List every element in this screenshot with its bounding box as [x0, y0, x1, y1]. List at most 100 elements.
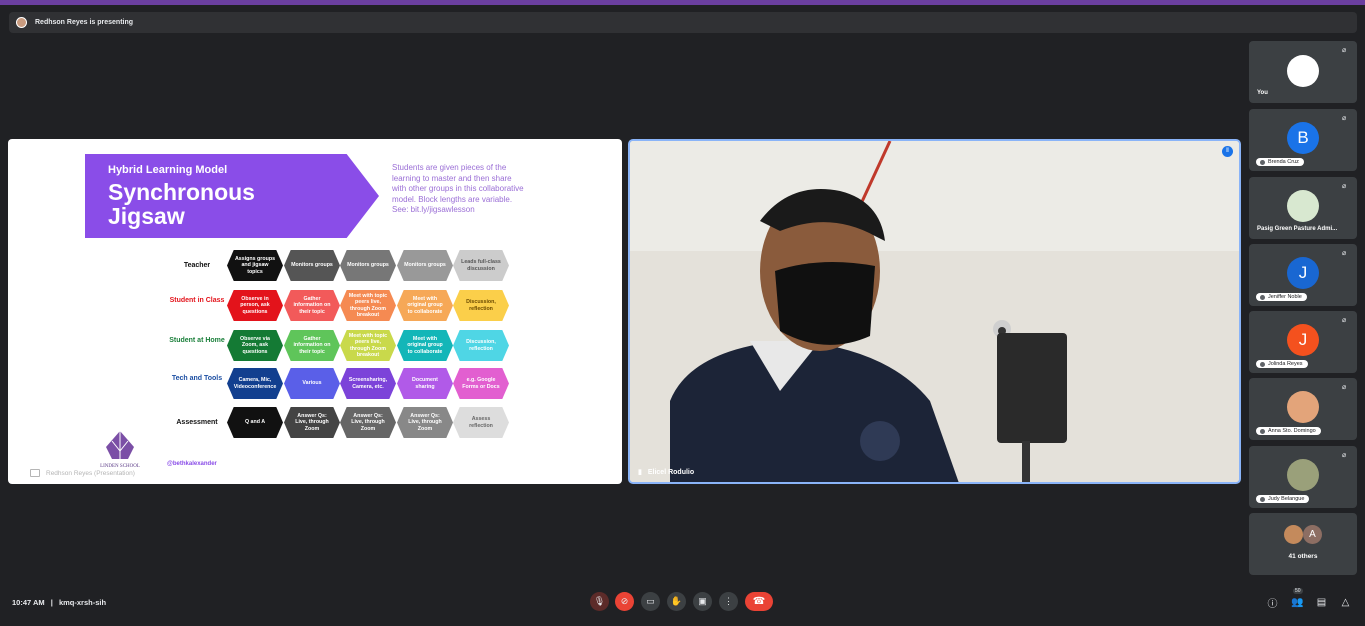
participant-name: Anna Sto. Domingo	[1256, 427, 1321, 435]
slide-subtitle: Hybrid Learning Model	[108, 164, 228, 176]
present-screen-icon: ▣	[698, 596, 707, 606]
mic-off-button[interactable]: 🎙	[590, 592, 609, 611]
leave-call-button[interactable]: ☎	[745, 592, 773, 611]
captions-button[interactable]: ▭	[641, 592, 660, 611]
activities-button[interactable]: △	[1339, 596, 1352, 609]
row-label: Student in Class	[169, 297, 225, 304]
slide-title-banner: Hybrid Learning Model Synchronous Jigsaw	[85, 154, 379, 238]
mic-muted-icon: ⌀	[1342, 384, 1347, 391]
jigsaw-cell: Discussion, reflection	[453, 330, 509, 361]
main-video-label: ▮ Elicel Rodulio	[638, 468, 695, 477]
jigsaw-cell: Q and A	[227, 407, 283, 438]
jigsaw-cell: Answer Qs: Live, through Zoom	[340, 407, 396, 438]
jigsaw-cell: e.g. Google Forms or Docs	[453, 368, 509, 399]
more-options-button[interactable]: ⋮	[719, 592, 738, 611]
chat-button[interactable]: ▤	[1315, 596, 1328, 609]
activities-icon: △	[1341, 597, 1350, 608]
clock-time: 10:47 AM	[12, 598, 45, 607]
participant-tile[interactable]: ⌀ Judy Belangue	[1249, 446, 1357, 508]
bottom-control-bar: 10:47 AM | kmq-xrsh-sih 🎙 ⊘ ▭ ✋ ▣ ⋮ ☎ ⓘ …	[0, 588, 1365, 618]
participant-tile[interactable]: J ⌀ Jolinda Reyes	[1249, 311, 1357, 373]
present-button[interactable]: ▣	[693, 592, 712, 611]
others-count: 41 others	[1288, 553, 1318, 560]
participant-avatar	[1287, 190, 1319, 222]
jigsaw-cell: Meet with original group to collaborate	[397, 290, 453, 321]
slide-handle: @bethkalexander	[167, 461, 217, 467]
presentation-slide[interactable]: Hybrid Learning Model Synchronous Jigsaw…	[8, 139, 622, 484]
jigsaw-cell: Assess reflection	[453, 407, 509, 438]
jigsaw-cell: Observe via Zoom, ask questions	[227, 330, 283, 361]
participant-name: Brenda Cruz	[1256, 158, 1304, 166]
jigsaw-cell: Meet with topic peers live, through Zoom…	[340, 290, 396, 321]
captions-icon: ▭	[646, 596, 655, 606]
participant-tile[interactable]: B ⌀ Brenda Cruz	[1249, 109, 1357, 171]
jigsaw-cell: Answer Qs: Live, through Zoom	[397, 407, 453, 438]
participant-name: Judy Belangue	[1256, 495, 1310, 503]
jigsaw-cell: Discussion, reflection	[453, 290, 509, 321]
presenting-banner: Redhson Reyes is presenting	[9, 12, 1357, 33]
participant-name: Jolinda Reyes	[1256, 360, 1308, 368]
row-label: Assessment	[176, 419, 218, 426]
others-avatar-photo	[1284, 525, 1303, 544]
jigsaw-cell: Monitors groups	[397, 250, 453, 281]
participant-tile[interactable]: ⌀ Pasig Green Pasture Admi...	[1249, 177, 1357, 239]
hand-icon: ✋	[670, 596, 683, 606]
participant-avatar: B	[1287, 122, 1319, 154]
others-tile[interactable]: A 41 others	[1249, 513, 1357, 575]
meeting-details-button[interactable]: ⓘ	[1266, 596, 1279, 610]
slide-description: Students are given pieces of the learnin…	[392, 163, 524, 214]
jigsaw-cell: Screensharing, Camera, etc.	[340, 368, 396, 399]
camera-off-button[interactable]: ⊘	[615, 592, 634, 611]
mic-muted-icon: ⌀	[1342, 183, 1347, 190]
main-video-tile[interactable]: ▮ Elicel Rodulio ⦀	[628, 139, 1241, 484]
jigsaw-cell: Monitors groups	[340, 250, 396, 281]
video-feed	[630, 141, 1239, 482]
jigsaw-cell: Gather information on their topic	[284, 330, 340, 361]
top-accent-bar	[0, 0, 1365, 5]
jigsaw-cell: Answer Qs: Live, through Zoom	[284, 407, 340, 438]
camera-off-icon: ⊘	[620, 596, 629, 606]
people-count-badge: 50	[1293, 588, 1303, 594]
row-label: Tech and Tools	[171, 375, 223, 382]
participant-avatar: J	[1287, 324, 1319, 356]
mic-muted-icon: ⌀	[1342, 115, 1347, 122]
jigsaw-cell: Monitors groups	[284, 250, 340, 281]
people-icon: 👥	[1291, 597, 1304, 608]
others-avatar-initial: A	[1303, 525, 1322, 544]
slide-title: Synchronous Jigsaw	[108, 179, 255, 229]
mic-off-icon: 🎙	[593, 596, 606, 606]
raise-hand-button[interactable]: ✋	[667, 592, 686, 611]
mic-muted-icon: ⌀	[1342, 47, 1347, 54]
participant-name: You	[1257, 90, 1268, 96]
meeting-info-separator: |	[50, 598, 53, 607]
participant-name: Pasig Green Pasture Admi...	[1257, 226, 1338, 232]
jigsaw-cell: Document sharing	[397, 368, 453, 399]
people-button[interactable]: 👥 50	[1291, 588, 1304, 609]
present-icon	[30, 469, 40, 477]
participant-tile[interactable]: J ⌀ Jeniffer Noble	[1249, 244, 1357, 306]
jigsaw-cell: Various	[284, 368, 340, 399]
presenting-text: Redhson Reyes is presenting	[35, 19, 134, 26]
mic-muted-icon: ⌀	[1342, 317, 1347, 324]
mic-muted-icon: ⌀	[1342, 250, 1347, 257]
slide-caption-text: Redhson Reyes (Presentation)	[46, 469, 135, 477]
meeting-info: 10:47 AM | kmq-xrsh-sih	[12, 598, 106, 607]
participant-avatar	[1287, 391, 1319, 423]
participant-name: Jeniffer Noble	[1256, 293, 1307, 301]
jigsaw-cell: Meet with original group to collaborate	[397, 330, 453, 361]
jigsaw-cell: Gather information on their topic	[284, 290, 340, 321]
meeting-code: kmq-xrsh-sih	[58, 598, 107, 607]
jigsaw-cell: Meet with topic peers live, through Zoom…	[340, 330, 396, 361]
row-label: Student at Home	[169, 337, 225, 344]
speaking-indicator-icon: ⦀	[1222, 146, 1233, 157]
participant-tile[interactable]: ⌀ You	[1249, 41, 1357, 103]
participant-avatar	[1287, 459, 1319, 491]
info-icon: ⓘ	[1267, 599, 1278, 610]
mic-muted-icon: ⌀	[1342, 452, 1347, 459]
chat-icon: ▤	[1316, 597, 1327, 608]
main-video-name: Elicel Rodulio	[647, 468, 695, 476]
jigsaw-cell: Assigns groups and jigsaw topics	[227, 250, 283, 281]
participant-avatar	[1287, 55, 1319, 87]
jigsaw-cell: Observe in person, ask questions	[227, 290, 283, 321]
participant-tile[interactable]: ⌀ Anna Sto. Domingo	[1249, 378, 1357, 440]
